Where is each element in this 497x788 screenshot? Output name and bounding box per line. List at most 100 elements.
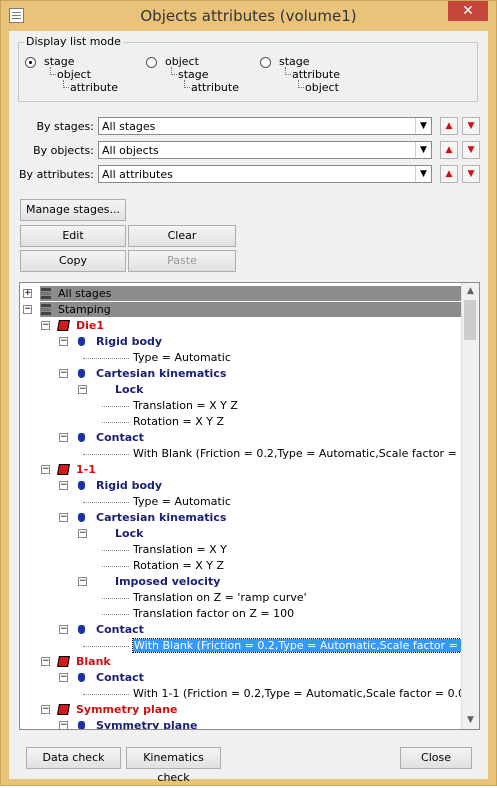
tree-row[interactable]: − Contact — [20, 622, 463, 638]
tree-row-label: Lock — [115, 383, 144, 396]
tree-connector — [83, 502, 129, 503]
window-close-button[interactable]: ✕ — [448, 1, 488, 21]
by-objects-combo[interactable]: All objects ▼ — [98, 141, 432, 159]
clear-button[interactable]: Clear — [128, 225, 236, 247]
arrow-down-icon: ▼ — [467, 145, 475, 155]
collapse-icon[interactable]: − — [59, 337, 68, 346]
collapse-icon[interactable]: − — [59, 433, 68, 442]
tree-row[interactable]: With Blank (Friction = 0.2,Type = Automa… — [20, 638, 479, 654]
objects-attributes-window: Objects attributes (volume1) ✕ Display l… — [0, 0, 497, 786]
collapse-icon[interactable]: − — [59, 513, 68, 522]
tree-connector — [102, 406, 129, 407]
tree-row-label: With 1-1 (Friction = 0.2,Type = Automati… — [133, 687, 477, 700]
mode-radio-stage-object-attribute[interactable] — [25, 57, 36, 68]
object-move-down-button[interactable]: ▼ — [462, 141, 480, 159]
tree-vertical-scrollbar[interactable]: ▲ ▼ — [461, 283, 479, 729]
arrow-down-icon: ▼ — [467, 121, 475, 131]
tree-row-label: Symmetry plane — [96, 719, 198, 730]
tree-row-label: Blank — [76, 655, 111, 668]
collapse-icon[interactable]: − — [41, 657, 50, 666]
by-stages-combo[interactable]: All stages ▼ — [98, 117, 432, 135]
tree-row[interactable]: With 1-1 (Friction = 0.2,Type = Automati… — [20, 686, 476, 702]
tree-row[interactable]: Translation factor on Z = 100 — [20, 606, 463, 622]
mode-1-line-3: attribute — [70, 81, 118, 94]
chevron-down-icon[interactable]: ▼ — [415, 118, 431, 134]
scroll-down-icon[interactable]: ▼ — [462, 712, 479, 729]
tree-connector — [184, 80, 190, 88]
attributes-tree[interactable]: + All stages − Stamping − Die1− Rigid body Type… — [19, 282, 480, 730]
tree-row[interactable]: With Blank (Friction = 0.2,Type = Automa… — [20, 446, 479, 462]
collapse-icon[interactable]: − — [41, 705, 50, 714]
collapse-icon[interactable]: − — [41, 465, 50, 474]
tree-row[interactable]: Rotation = X Y Z — [20, 414, 463, 430]
tree-row[interactable]: − Cartesian kinematics — [20, 510, 463, 526]
collapse-icon[interactable]: − — [78, 385, 87, 394]
mode-1-line-1: stage — [44, 55, 75, 68]
tree-row[interactable]: Type = Automatic — [20, 494, 463, 510]
tree-row[interactable]: − Lock — [20, 382, 463, 398]
chevron-down-icon[interactable]: ▼ — [415, 166, 431, 182]
tree-row[interactable]: − Stamping — [20, 302, 463, 318]
collapse-icon[interactable]: − — [23, 305, 32, 314]
scrollbar-thumb[interactable] — [464, 300, 476, 340]
collapse-icon[interactable]: − — [59, 481, 68, 490]
tree-row[interactable]: − Cartesian kinematics — [20, 366, 463, 382]
stage-move-down-button[interactable]: ▼ — [462, 117, 480, 135]
tree-row[interactable]: Translation on Z = 'ramp curve' — [20, 590, 463, 606]
tree-row-label: Translation factor on Z = 100 — [133, 607, 295, 620]
close-button[interactable]: Close — [400, 747, 472, 769]
attribute-icon — [78, 721, 85, 729]
mode-radio-object-stage-attribute[interactable] — [146, 57, 157, 68]
tree-row[interactable]: − Symmetry plane — [20, 702, 463, 718]
title-bar[interactable]: Objects attributes (volume1) ✕ — [1, 1, 496, 31]
tree-row[interactable]: Translation = X Y — [20, 542, 463, 558]
by-attributes-combo[interactable]: All attributes ▼ — [98, 165, 432, 183]
tree-row[interactable]: − Die1 — [20, 318, 463, 334]
tree-row[interactable]: − Rigid body — [20, 334, 463, 350]
chevron-down-icon[interactable]: ▼ — [415, 142, 431, 158]
tree-row[interactable]: Rotation = X Y Z — [20, 558, 463, 574]
mode-radio-stage-attribute-object[interactable] — [260, 57, 271, 68]
tree-row[interactable]: + All stages — [20, 286, 463, 302]
manage-stages-button[interactable]: Manage stages... — [20, 199, 126, 221]
expand-icon[interactable]: + — [23, 289, 32, 298]
mode-3-line-1: stage — [279, 55, 310, 68]
tree-row[interactable]: − Symmetry plane — [20, 718, 463, 730]
collapse-icon[interactable]: − — [59, 673, 68, 682]
tree-row-label: Type = Automatic — [133, 495, 231, 508]
tree-row[interactable]: − Rigid body — [20, 478, 463, 494]
tree-row[interactable]: − Blank — [20, 654, 463, 670]
copy-button[interactable]: Copy — [20, 250, 126, 272]
tree-row[interactable]: Translation = X Y Z — [20, 398, 463, 414]
collapse-icon[interactable]: − — [59, 369, 68, 378]
collapse-icon[interactable]: − — [59, 721, 68, 729]
tree-row[interactable]: − Contact — [20, 430, 463, 446]
tree-row[interactable]: − Imposed velocity — [20, 574, 463, 590]
tree-row[interactable]: − Contact — [20, 670, 463, 686]
kinematics-check-button[interactable]: Kinematics check — [126, 747, 221, 784]
tree-row[interactable]: Type = Automatic — [20, 350, 463, 366]
tree-row-label: With Blank (Friction = 0.2,Type = Automa… — [133, 447, 480, 460]
scroll-up-icon[interactable]: ▲ — [462, 283, 479, 300]
tree-row[interactable]: − Lock — [20, 526, 463, 542]
tree-connector — [63, 80, 69, 88]
object-move-up-button[interactable]: ▲ — [440, 141, 458, 159]
tree-row-label: Rotation = X Y Z — [133, 559, 224, 572]
attribute-move-down-button[interactable]: ▼ — [462, 165, 480, 183]
collapse-icon[interactable]: − — [59, 625, 68, 634]
tree-row-label: All stages — [58, 287, 112, 300]
tree-connector — [102, 550, 129, 551]
arrow-up-icon: ▲ — [445, 169, 453, 179]
by-objects-value: All objects — [102, 144, 159, 157]
stage-move-up-button[interactable]: ▲ — [440, 117, 458, 135]
collapse-icon[interactable]: − — [78, 577, 87, 586]
object-icon — [58, 320, 69, 331]
collapse-icon[interactable]: − — [78, 529, 87, 538]
collapse-icon[interactable]: − — [41, 321, 50, 330]
data-check-button[interactable]: Data check — [26, 747, 121, 769]
attribute-move-up-button[interactable]: ▲ — [440, 165, 458, 183]
tree-row-label: Rigid body — [96, 335, 163, 348]
paste-button[interactable]: Paste — [128, 250, 236, 272]
tree-row[interactable]: − 1-1 — [20, 462, 463, 478]
edit-button[interactable]: Edit — [20, 225, 126, 247]
